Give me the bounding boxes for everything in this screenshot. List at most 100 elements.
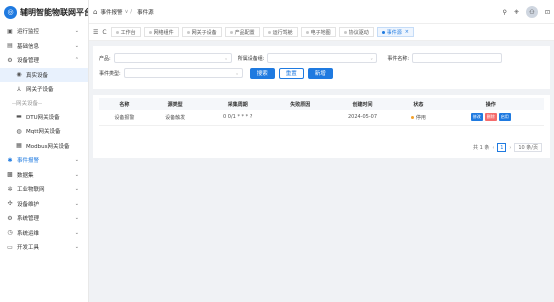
tab-label: 产品配置 [234, 29, 255, 36]
filter-actions: 搜索 重置 新增 [249, 67, 337, 79]
tab-dot-icon [115, 30, 119, 34]
tab-label: 协议驱动 [348, 29, 369, 36]
tab-item[interactable]: 协议驱动 [338, 27, 374, 37]
chevron-down-icon: ⌄ [74, 171, 79, 178]
industry-icon: ✲ [7, 185, 13, 193]
chevron-down-icon: ⌄ [74, 157, 79, 164]
info-icon: ▤ [7, 42, 13, 50]
sidebar-item-label: 工业物联网 [17, 187, 45, 194]
sidebar-item-label: 系统运维 [17, 230, 40, 237]
sidebar-item[interactable]: ▩ 数据集 ⌄ [0, 168, 88, 183]
sidebar-item[interactable]: ✱ 事件报警 ⌄ [0, 153, 88, 168]
cell-status: 停用 [399, 110, 438, 126]
sidebar-item[interactable]: ▣ 运行监控 ⌄ [0, 24, 88, 39]
refresh-icon[interactable]: C [102, 29, 106, 36]
sidebar-item-label: 设备维护 [17, 201, 40, 208]
sidebar-item[interactable]: ▦ Modbus网关设备 [0, 139, 88, 154]
chevron-down-icon: ⌄ [74, 244, 79, 251]
home-icon[interactable]: ⌂ [93, 8, 97, 16]
sidebar-item[interactable]: ⚙ 系统管理 ⌄ [0, 211, 88, 226]
tab-label: 网关子设备 [191, 29, 217, 36]
event-name-label: 事件名称: [387, 55, 410, 62]
sidebar-item[interactable]: ▬ DTU网关设备 [0, 110, 88, 125]
column-header: 状态 [399, 98, 438, 110]
device-group-select[interactable]: ⌄ [267, 53, 378, 63]
sidebar-item-label: 基础信息 [17, 43, 40, 50]
chevron-down-icon: ⌄ [74, 42, 79, 49]
ops-icon: ◷ [7, 229, 13, 237]
enable-button[interactable]: 启用 [498, 113, 511, 122]
table-header-row: 名称 源类型 采集周期 失败原因 创建时间 状态 操作 [99, 98, 544, 110]
status-dot-icon [410, 115, 414, 119]
sidebar-item[interactable]: ◉ 真实设备 [0, 67, 88, 82]
next-page-icon[interactable]: › [509, 145, 511, 151]
tabs-bar: ☰ C 工作台 网络组件 网关子设备 产品配置 运行驾舱 电子地图 协议驱动 事件源 × [89, 24, 554, 41]
maintain-icon: ✣ [7, 200, 13, 208]
chevron-down-icon: ⌄ [74, 229, 79, 236]
fullscreen-icon[interactable]: ⁜ [514, 9, 519, 16]
event-type-select[interactable]: ⌄ [123, 68, 243, 78]
sidebar-item[interactable]: ▤ 基础信息 ⌄ [0, 39, 88, 54]
delete-button[interactable]: 删除 [484, 113, 497, 122]
tab-dot-icon [267, 30, 271, 34]
chevron-down-icon: ⌄ [370, 55, 374, 61]
sidebar-item[interactable]: ◷ 系统运维 ⌄ [0, 226, 88, 241]
sidebar-item-label: 事件报警 [17, 158, 40, 165]
sidebar-item-label: 网关子设备 [26, 87, 54, 94]
tab-item[interactable]: 工作台 [110, 27, 141, 37]
search-button[interactable]: 搜索 [249, 67, 275, 79]
filter-row-1: 产品: ⌄ 所属设备组: ⌄ 事件名称: [99, 52, 544, 64]
tab-item[interactable]: 事件源 × [376, 27, 414, 37]
gateway-child-icon: ⅄ [17, 85, 21, 93]
page-size-select[interactable]: 10 条/页 [514, 143, 542, 152]
tab-dot-icon [186, 30, 190, 34]
menu-toggle-icon[interactable]: ☰ [93, 29, 98, 36]
page-number-current[interactable]: 1 [497, 143, 507, 152]
prev-page-icon[interactable]: ‹ [492, 145, 494, 151]
chevron-down-icon: ⌄ [224, 55, 228, 61]
tab-item[interactable]: 电子地图 [300, 27, 336, 37]
sidebar-item-label: DTU网关设备 [26, 114, 60, 121]
cell-actions: 修改 删除 启用 [437, 110, 544, 126]
edit-button[interactable]: 修改 [470, 113, 483, 122]
product-label: 产品: [99, 55, 111, 62]
sidebar-item[interactable]: ✣ 设备维护 ⌄ [0, 197, 88, 212]
sidebar-item[interactable]: ⅄ 网关子设备 [0, 82, 88, 97]
filter-row-2: 事件类型: ⌄ 搜索 重置 新增 [99, 67, 544, 79]
pagination: 共 1 条 ‹ 1 › 10 条/页 [473, 143, 542, 152]
close-icon[interactable]: × [405, 29, 409, 35]
sidebar-item-label: Mqtt网关设备 [26, 129, 61, 136]
product-select[interactable]: ⌄ [113, 53, 232, 63]
event-name-input[interactable] [412, 53, 503, 63]
tab-item[interactable]: 运行驾舱 [262, 27, 298, 37]
sidebar-item[interactable]: ✲ 工业物联网 ⌄ [0, 182, 88, 197]
sidebar-item[interactable]: ◍ Mqtt网关设备 [0, 124, 88, 139]
chevron-down-icon: ⌄ [74, 186, 79, 193]
tab-item[interactable]: 网关子设备 [181, 27, 222, 37]
tab-item[interactable]: 产品配置 [224, 27, 260, 37]
cell-name: 设备报警 [99, 110, 150, 126]
real-device-icon: ◉ [16, 71, 22, 79]
tab-item[interactable]: 网络组件 [143, 27, 179, 37]
device-group-label: 所属设备组: [237, 55, 265, 62]
search-icon[interactable]: ⚲ [503, 9, 507, 16]
sidebar-item[interactable]: ▭ 开发工具 ⌄ [0, 240, 88, 255]
tab-label: 网络组件 [153, 29, 174, 36]
mqtt-icon: ◍ [16, 127, 22, 135]
breadcrumb-level-1[interactable]: 事件报警 [100, 8, 122, 16]
avatar[interactable]: ⚇ [525, 6, 538, 18]
logo-icon: ◎ [4, 5, 17, 19]
reset-button[interactable]: 重置 [278, 67, 304, 79]
add-button[interactable]: 新增 [307, 67, 333, 79]
table-panel: 名称 源类型 采集周期 失败原因 创建时间 状态 操作 设备报警 设备触发 0 0/1 * * … [93, 95, 550, 158]
logout-icon[interactable]: ⊡ [545, 9, 550, 16]
brand: ◎ 辅明智能物联网平台 [0, 0, 88, 24]
filter-panel: 产品: ⌄ 所属设备组: ⌄ 事件名称: 事件类型: ⌄ 搜索 重置 新增 [93, 46, 550, 89]
sidebar-group-label: --网关设备-- [0, 97, 88, 110]
chevron-down-icon: ⌄ [74, 215, 79, 222]
tab-label: 电子地图 [310, 29, 331, 36]
table-row: 设备报警 设备触发 0 0/1 * * * ? 2024-05-07 停用 修改 删除 启用 [99, 110, 544, 126]
column-header: 失败原因 [274, 98, 326, 110]
tab-dot-icon [229, 30, 233, 34]
sidebar-item[interactable]: ⚙ 设备管理 ⌃ [0, 53, 88, 68]
